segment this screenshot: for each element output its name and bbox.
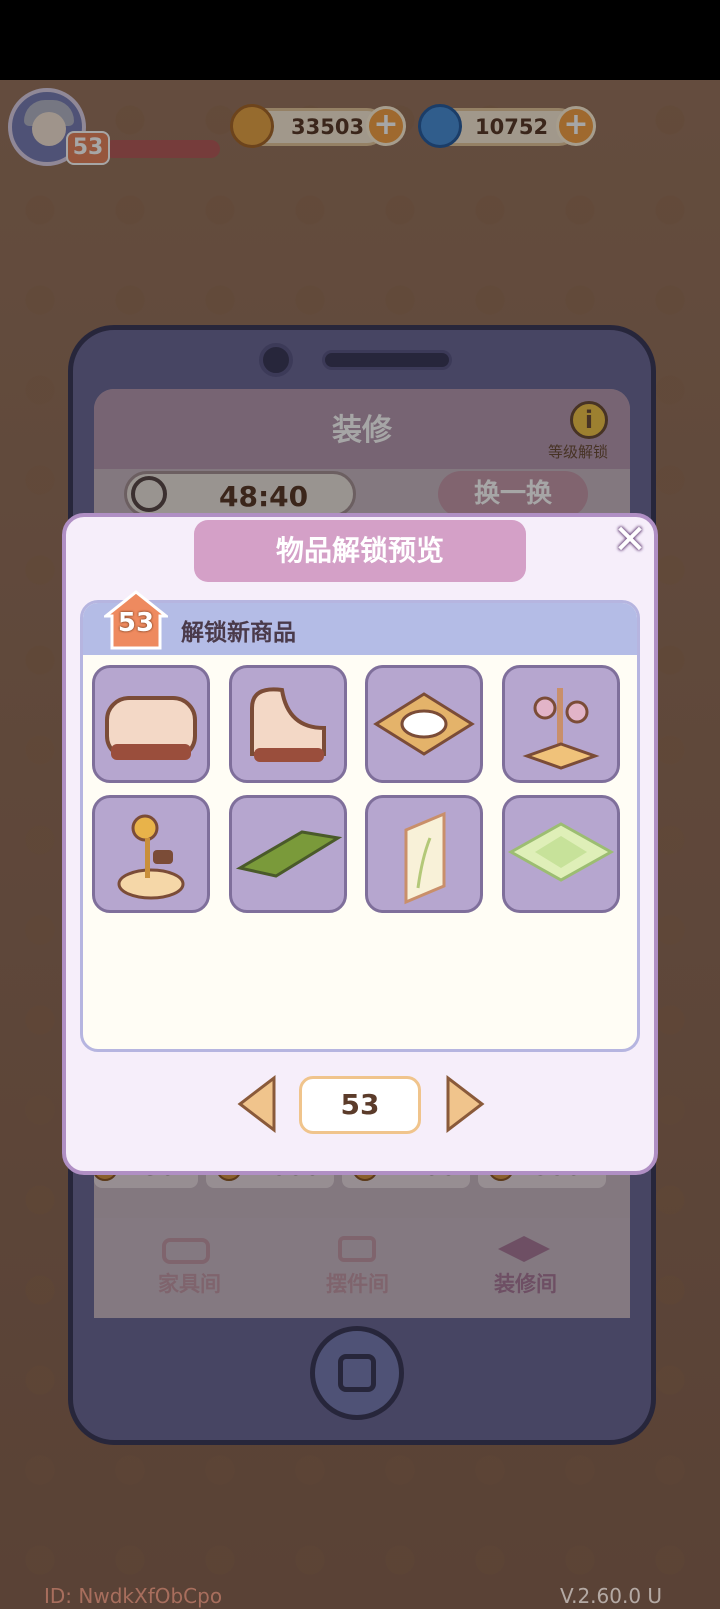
next-page-arrow[interactable] xyxy=(444,1074,486,1134)
version-label: V.2.60.0 U xyxy=(560,1584,663,1608)
modal-title: 物品解锁预览 xyxy=(194,520,526,582)
sofa-icon[interactable] xyxy=(92,665,210,783)
page-number: 53 xyxy=(299,1076,421,1134)
golden-teapot-decor-icon[interactable] xyxy=(92,795,210,913)
folding-screen-icon[interactable] xyxy=(365,795,483,913)
status-bar xyxy=(0,0,720,80)
dinner-plate-icon[interactable] xyxy=(365,665,483,783)
floor-tile-icon[interactable] xyxy=(502,795,620,913)
unlock-heading: 解锁新商品 xyxy=(181,620,296,646)
armchair-icon[interactable] xyxy=(229,665,347,783)
prev-page-arrow[interactable] xyxy=(236,1074,278,1134)
close-button[interactable]: ✕ xyxy=(610,520,650,560)
unlock-level-number: 53 xyxy=(117,608,155,638)
wine-glass-rack-icon[interactable] xyxy=(502,665,620,783)
grass-rug-icon[interactable] xyxy=(229,795,347,913)
user-id: ID: NwdkXfObCpo xyxy=(44,1584,223,1608)
